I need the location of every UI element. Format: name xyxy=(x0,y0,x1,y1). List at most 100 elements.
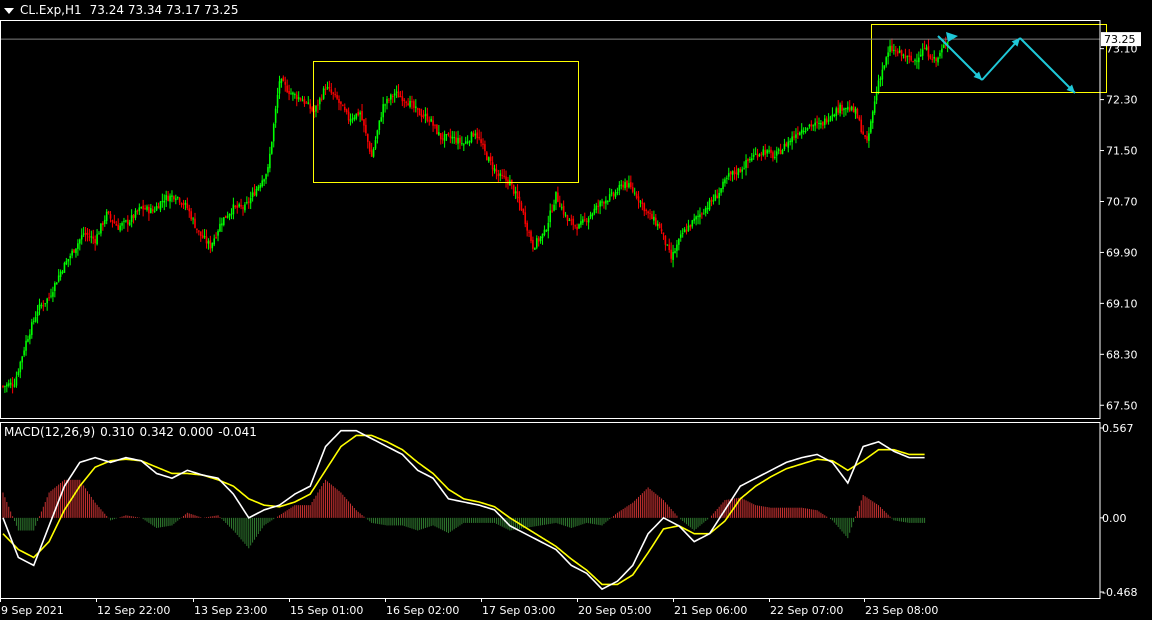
candle-body xyxy=(783,143,786,150)
candle-body xyxy=(482,143,484,145)
current-price-label: 73.25 xyxy=(1104,33,1136,46)
candle-body xyxy=(357,112,359,116)
candle-body xyxy=(524,212,527,224)
candle-body xyxy=(714,194,717,201)
candle-body xyxy=(102,222,104,226)
candle-body xyxy=(276,94,279,108)
candle-body xyxy=(526,222,528,231)
candle-body xyxy=(178,198,181,203)
candle-body xyxy=(645,209,647,211)
candle-body xyxy=(777,149,780,151)
candle-body xyxy=(130,215,133,222)
candle-body xyxy=(378,120,381,131)
candle-body xyxy=(138,207,141,211)
candle-body xyxy=(839,104,841,114)
candle-body xyxy=(426,113,429,121)
candle-body xyxy=(180,203,183,205)
candle-body xyxy=(697,215,699,217)
time-tick-label: 9 Sep 2021 xyxy=(1,604,64,617)
macd-histogram-group xyxy=(2,479,926,549)
candle-body xyxy=(424,114,427,116)
time-tick-label: 22 Sep 07:00 xyxy=(770,604,843,617)
candle-body xyxy=(109,214,112,219)
time-tick-label: 23 Sep 08:00 xyxy=(865,604,938,617)
candle-body xyxy=(630,182,632,188)
candle-body xyxy=(943,44,945,48)
candle-body xyxy=(405,101,407,103)
candle-body xyxy=(583,219,586,221)
candle-body xyxy=(441,138,444,140)
candle-body xyxy=(23,350,25,356)
candle-body xyxy=(82,233,85,235)
candle-body xyxy=(294,94,296,96)
candle-body xyxy=(560,207,563,209)
candle-body xyxy=(820,123,822,125)
candle-body xyxy=(875,91,878,101)
candle-body xyxy=(605,200,607,204)
dropdown-triangle-icon[interactable] xyxy=(4,7,14,14)
candle-body xyxy=(246,202,248,204)
candle-body xyxy=(487,157,490,162)
candle-body xyxy=(681,233,684,235)
candle-body xyxy=(140,207,143,209)
candle-body xyxy=(40,305,43,307)
candle-body xyxy=(572,218,575,225)
candle-body xyxy=(280,78,283,83)
candle-body xyxy=(873,101,876,113)
candle-body xyxy=(850,106,853,110)
candle-body xyxy=(685,230,688,232)
candle-body xyxy=(238,204,240,207)
candle-body xyxy=(489,156,492,162)
candle-body xyxy=(476,132,479,138)
candle-body xyxy=(274,108,277,123)
candle-body xyxy=(497,173,500,177)
candle-body xyxy=(635,193,638,198)
candle-body xyxy=(576,226,578,230)
candle-body xyxy=(835,108,838,116)
time-tick-label: 16 Sep 02:00 xyxy=(386,604,459,617)
candle-body xyxy=(395,91,398,93)
candle-body xyxy=(107,211,110,214)
candle-body xyxy=(562,205,565,215)
candle-body xyxy=(380,117,383,122)
candle-body xyxy=(871,111,874,123)
candle-body xyxy=(63,262,66,273)
candle-body xyxy=(342,105,344,107)
candle-body xyxy=(852,106,855,113)
candle-body xyxy=(215,236,217,238)
candle-body xyxy=(582,219,584,223)
candle-body xyxy=(31,322,33,335)
candle-body xyxy=(676,244,678,251)
candle-body xyxy=(925,47,928,50)
candle-body xyxy=(292,92,294,95)
candle-body xyxy=(265,174,267,180)
candle-body xyxy=(791,136,793,143)
candle-body xyxy=(800,129,803,134)
candle-body xyxy=(779,150,782,155)
candle-body xyxy=(159,201,162,210)
candle-body xyxy=(812,125,815,127)
candle-body xyxy=(941,48,943,53)
candle-body xyxy=(898,50,901,53)
macd-tick-label: -0.468 xyxy=(1102,586,1137,599)
candle-body xyxy=(829,116,832,121)
candle-body xyxy=(269,153,271,169)
time-tick-label: 20 Sep 05:00 xyxy=(578,604,651,617)
candle-body xyxy=(188,208,191,212)
candle-body xyxy=(219,223,221,232)
candle-body xyxy=(806,127,809,131)
candle-body xyxy=(758,154,761,157)
candle-body xyxy=(186,203,189,209)
candle-body xyxy=(751,158,753,161)
candle-body xyxy=(616,192,619,194)
candle-body xyxy=(409,100,411,107)
candle-body xyxy=(368,142,371,152)
candle-body xyxy=(148,206,150,214)
candle-body xyxy=(79,239,81,244)
candle-body xyxy=(856,108,859,119)
candle-body xyxy=(207,241,210,244)
candle-body xyxy=(251,192,254,198)
candle-body xyxy=(203,236,206,238)
candle-body xyxy=(733,170,736,174)
candle-body xyxy=(726,177,728,179)
